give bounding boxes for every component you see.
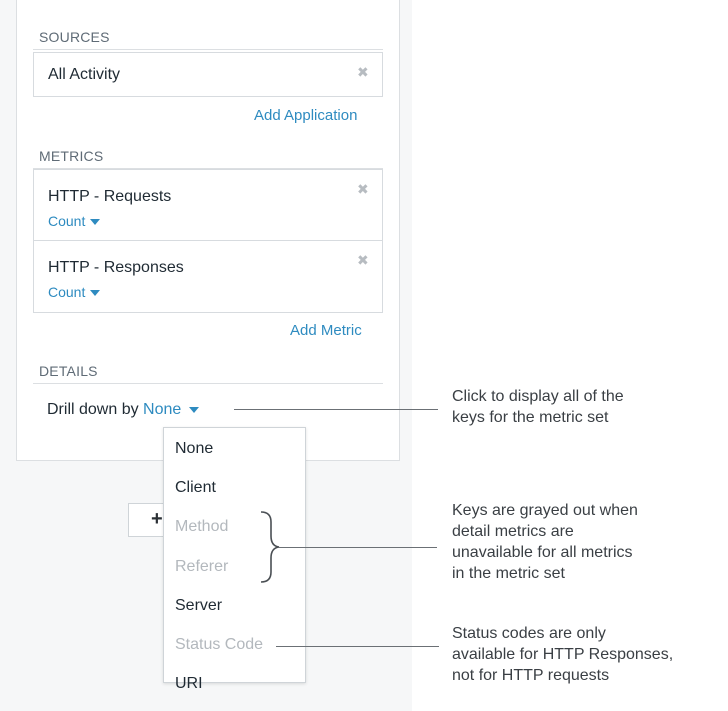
sources-divider — [33, 49, 383, 50]
caret-down-icon — [189, 406, 200, 413]
menu-option-server[interactable]: Server — [175, 597, 222, 615]
annotation-line: Status codes are only — [452, 625, 606, 642]
aggregation-value: Count — [48, 284, 86, 300]
caret-down-icon — [90, 219, 101, 226]
callout-line-drilldown — [234, 409, 438, 410]
annotation-line: detail metrics are — [452, 523, 574, 540]
close-icon[interactable]: ✖ — [357, 252, 369, 269]
metric-item[interactable]: HTTP - Requests Count ✖ — [33, 169, 383, 241]
metric-item[interactable]: HTTP - Responses Count ✖ — [33, 240, 383, 313]
annotation-line: keys for the metric set — [452, 409, 609, 426]
annotation-line: unavailable for all metrics — [452, 544, 633, 561]
metric-aggregation-dropdown[interactable]: Count — [48, 284, 101, 300]
sources-heading: SOURCES — [39, 29, 110, 45]
annotation-drilldown: Click to display all of the keys for the… — [452, 386, 624, 428]
callout-line-grayed — [279, 547, 437, 548]
annotation-grayed-keys: Keys are grayed out when detail metrics … — [452, 500, 638, 584]
menu-option-referer: Referer — [175, 558, 229, 575]
add-application-link[interactable]: Add Application — [254, 107, 357, 124]
close-icon[interactable]: ✖ — [357, 181, 369, 198]
metrics-heading: METRICS — [39, 148, 104, 164]
annotation-status-codes: Status codes are only available for HTTP… — [452, 623, 673, 686]
aggregation-value: Count — [48, 213, 86, 229]
add-button[interactable]: + — [128, 503, 168, 537]
source-item[interactable]: All Activity ✖ — [33, 52, 383, 97]
metric-title: HTTP - Responses — [48, 259, 184, 276]
menu-option-uri[interactable]: URI — [175, 675, 203, 693]
caret-down-icon — [90, 290, 101, 297]
annotation-line: Keys are grayed out when — [452, 502, 638, 519]
drill-down-value: None — [143, 401, 182, 418]
drill-down-dropdown[interactable]: None — [143, 401, 200, 418]
metric-title: HTTP - Requests — [48, 188, 172, 205]
annotation-line: in the metric set — [452, 565, 565, 582]
menu-option-method: Method — [175, 518, 229, 535]
annotation-line: not for HTTP requests — [452, 667, 610, 684]
drill-down-row: Drill down by None — [47, 401, 200, 419]
annotation-line: available for HTTP Responses, — [452, 646, 674, 663]
menu-option-status-code: Status Code — [175, 636, 264, 653]
annotation-line: Click to display all of the — [452, 388, 624, 405]
add-metric-link[interactable]: Add Metric — [290, 322, 362, 339]
menu-option-client[interactable]: Client — [175, 479, 216, 497]
callout-line-status — [276, 646, 439, 647]
details-divider — [33, 383, 383, 384]
menu-option-none[interactable]: None — [175, 440, 213, 458]
details-heading: DETAILS — [39, 363, 98, 379]
close-icon[interactable]: ✖ — [357, 64, 369, 81]
plus-icon: + — [151, 508, 163, 530]
drill-down-label: Drill down by — [47, 401, 139, 418]
source-item-label: All Activity — [48, 66, 121, 83]
metric-aggregation-dropdown[interactable]: Count — [48, 213, 101, 229]
